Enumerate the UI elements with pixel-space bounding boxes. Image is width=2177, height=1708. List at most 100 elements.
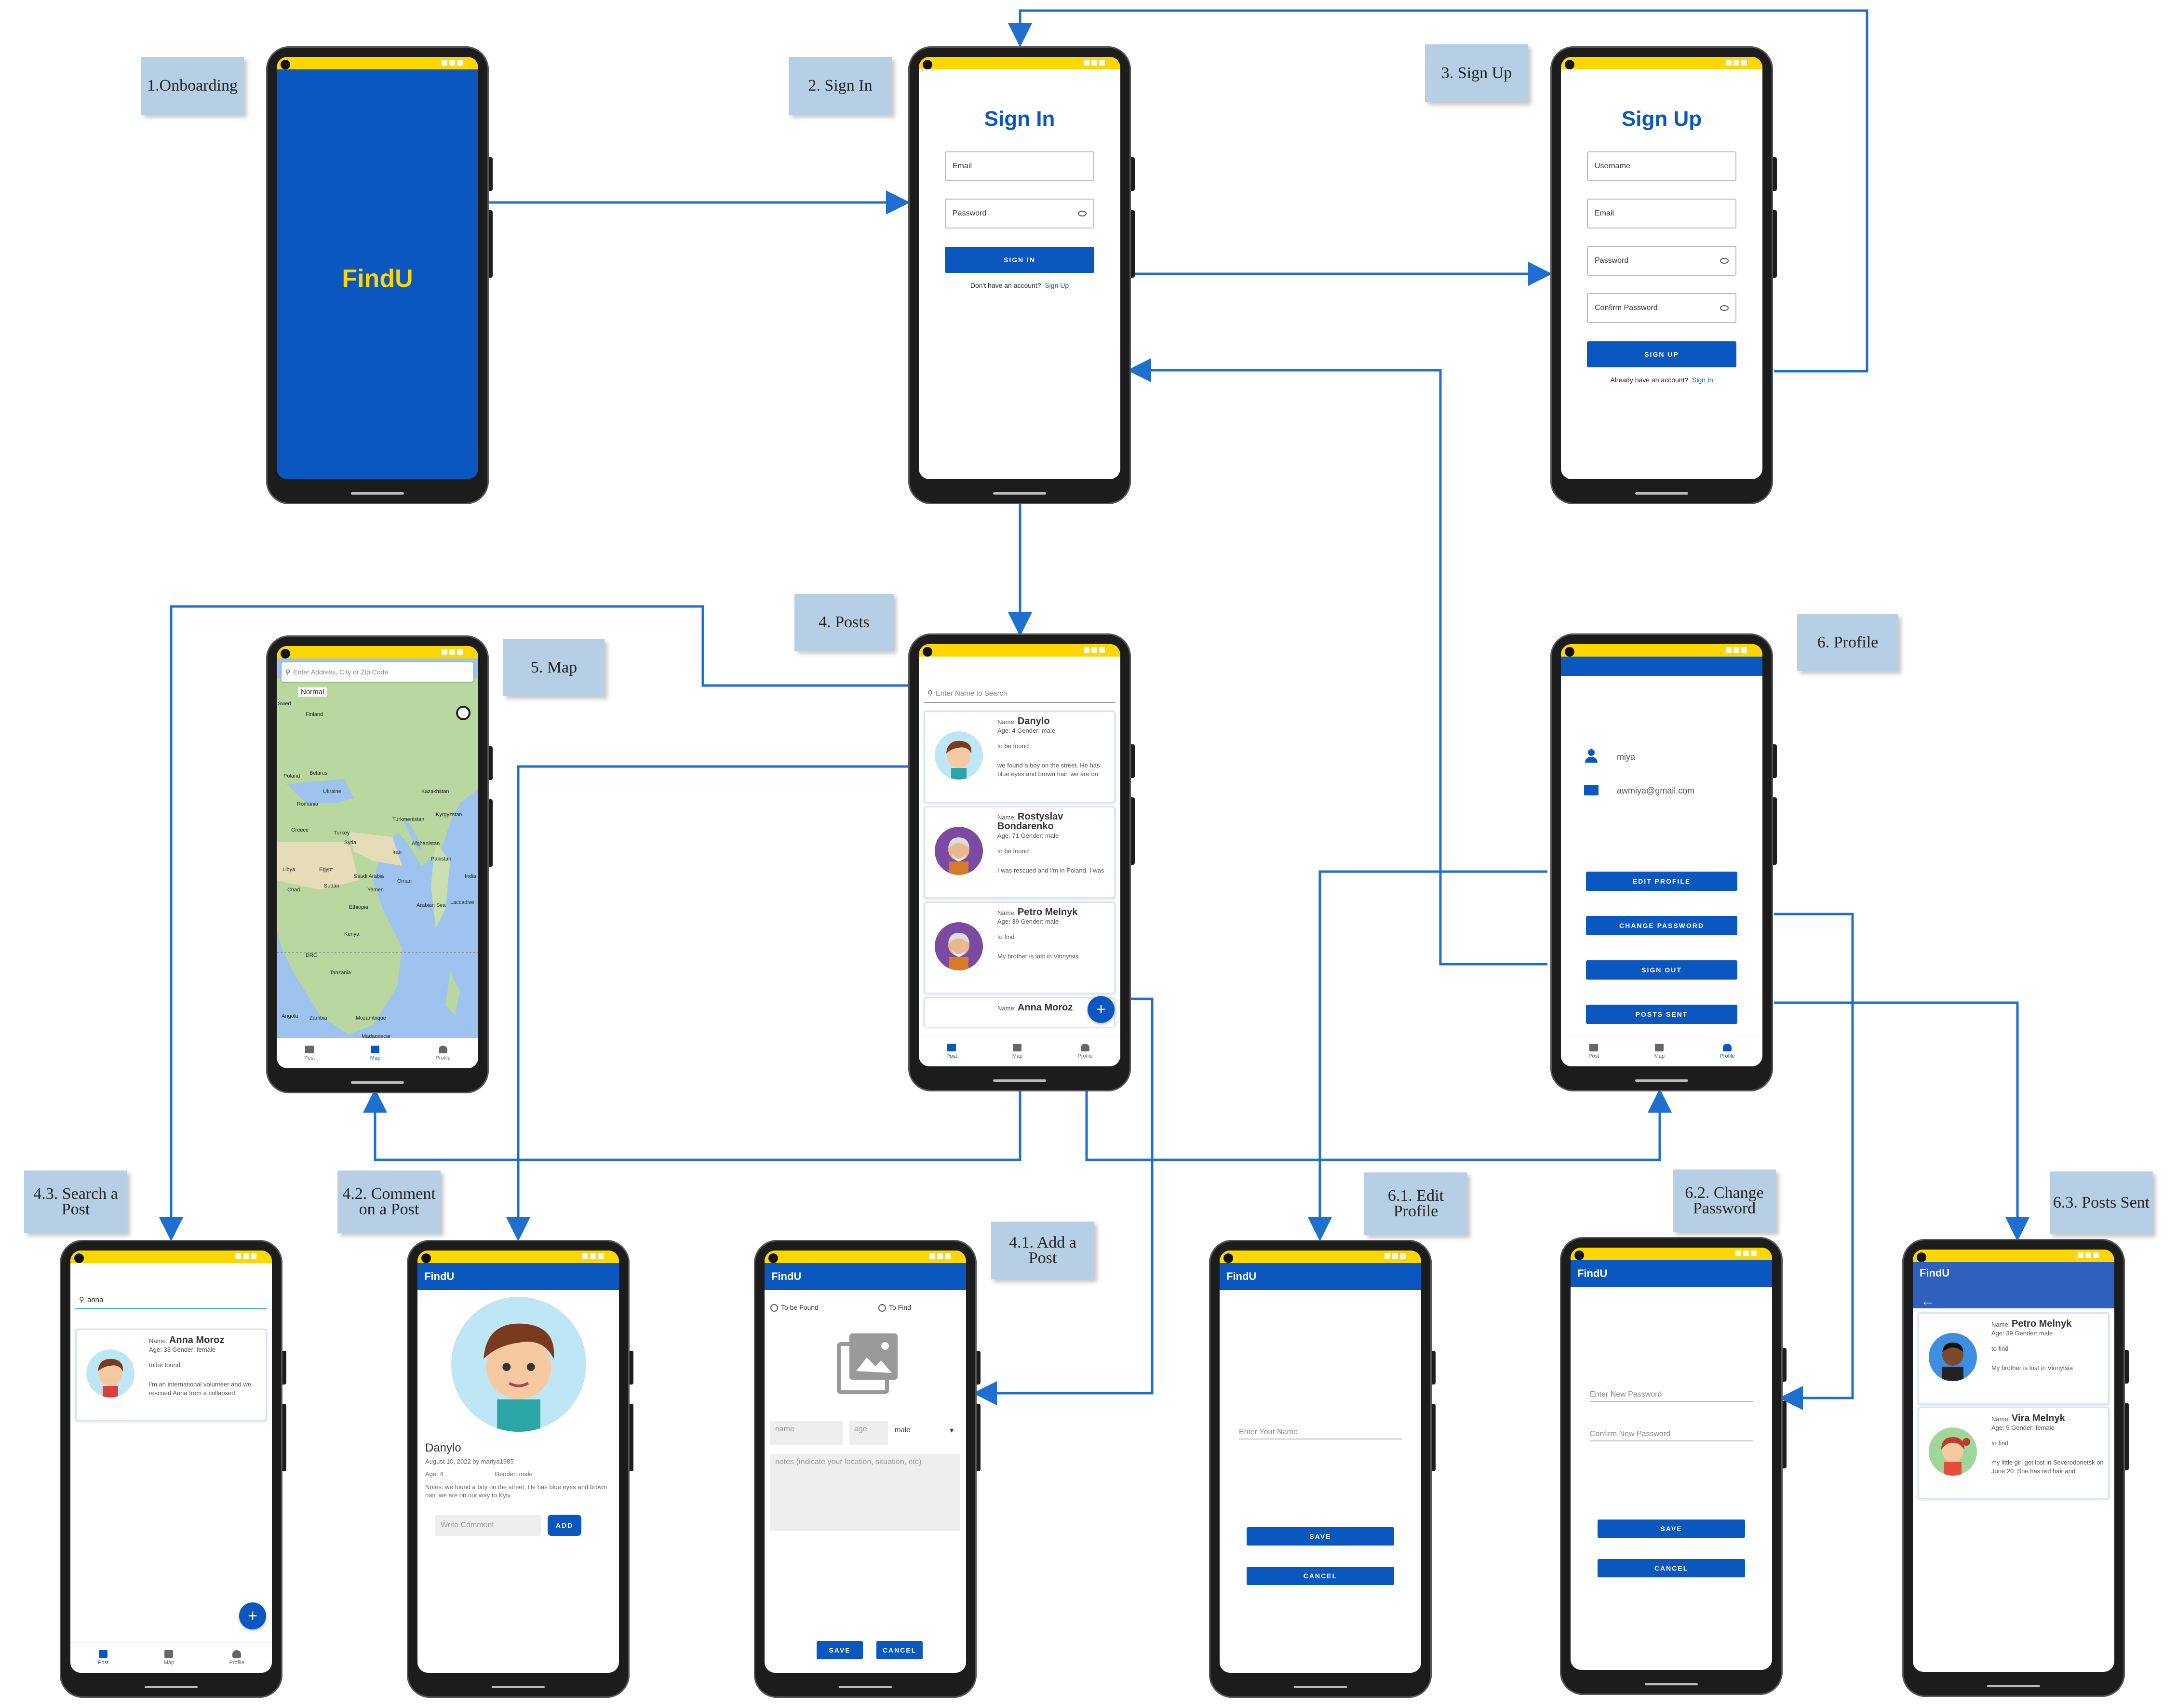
nav-profile-label: Profile [1077,1053,1093,1059]
eye-icon[interactable] [1720,258,1729,264]
eye-icon[interactable] [1720,305,1729,311]
sign-in-link[interactable]: Sign In [1692,376,1713,384]
to-be-found-radio[interactable]: To be Found [770,1304,819,1312]
label-posts: 4. Posts [794,594,894,651]
profile-username: miya [1617,752,1636,762]
search-query-input[interactable]: ⚲ anna [75,1291,267,1309]
image-placeholder-icon[interactable] [837,1331,900,1394]
name-input[interactable]: name [770,1421,843,1445]
sign-out-button[interactable]: SIGN OUT [1586,960,1737,980]
nav-profile[interactable]: Profile [229,1650,244,1666]
back-arrow-icon[interactable]: ← [1921,1293,1935,1309]
cancel-button[interactable]: CANCEL [1598,1559,1745,1577]
nav-post[interactable]: Post [304,1046,315,1061]
post-status: to be found [149,1361,181,1369]
signup-confirm-field[interactable]: Confirm Password [1587,293,1736,323]
change-password-button[interactable]: CHANGE PASSWORD [1586,916,1737,935]
nav-post[interactable]: Post [946,1044,957,1059]
nav-profile[interactable]: Profile [1720,1044,1735,1059]
signup-username-field[interactable]: Username [1587,151,1736,181]
post-card[interactable]: Name: Rostyslav Bondarenko Age: 71 Gende… [924,806,1115,899]
confirm-new-password-input[interactable]: Confirm New Password [1590,1430,1753,1441]
save-button[interactable]: SAVE [1247,1527,1394,1546]
eye-icon[interactable] [1078,211,1087,216]
map-place-label: Kyrgyzstan [436,812,462,818]
post-status: to find [997,933,1015,941]
post-notes: I was rescued and I'm in Poland. I was [997,867,1104,874]
post-card[interactable]: Name: Anna Moroz [924,997,1115,1027]
post-status: to be found [997,742,1029,750]
nav-map[interactable]: Map [164,1650,174,1666]
save-button[interactable]: SAVE [1598,1520,1745,1538]
nav-profile[interactable]: Profile [436,1046,451,1061]
nav-post[interactable]: Post [98,1650,108,1666]
signup-password-field[interactable]: Password [1587,246,1736,276]
nav-post[interactable]: Post [1588,1044,1599,1059]
nav-map[interactable]: Map [370,1046,380,1061]
label-change-password: 6.2. Change Password [1673,1170,1776,1232]
profile-email: awmiya@gmail.com [1617,786,1695,795]
signup-email-field[interactable]: Email [1587,199,1736,229]
wire-posts-map [363,1089,1021,1161]
posts-sent-button[interactable]: POSTS SENT [1586,1005,1737,1024]
signin-password-field[interactable]: Password [945,199,1094,229]
map-place-label: Laccadive [450,900,474,905]
signup-title: Sign Up [1621,107,1702,131]
add-comment-button[interactable]: ADD [548,1515,581,1536]
map-place-label: Greece [291,827,309,833]
sign-up-link[interactable]: Sign Up [1045,282,1069,289]
map-place-label: Yemen [367,887,384,893]
to-find-radio[interactable]: To Find [878,1304,911,1312]
new-password-input[interactable]: Enter New Password [1590,1390,1753,1402]
add-post-fab[interactable]: + [239,1602,266,1629]
sign-in-button[interactable]: SIGN IN [945,247,1094,273]
nav-map-label: Map [1654,1053,1665,1059]
map-search-input[interactable]: ⚲ Enter Address, City or Zip Code [282,662,473,682]
person-icon [1081,1044,1090,1051]
post-status: to find [1991,1345,2009,1352]
map-icon [1013,1044,1022,1051]
comment-input[interactable]: Write Comment [435,1515,541,1536]
phone-sign-up: Sign Up Username Email Password Confirm … [1550,46,1777,504]
map-place-label: Kazakhstan [421,789,449,794]
add-post-fab[interactable]: + [1088,996,1115,1023]
notes-input[interactable]: notes (indicate your location, situation… [770,1454,960,1531]
post-card[interactable]: Name: Danylo Age: 4 Gender: male to be f… [924,711,1115,803]
cancel-button[interactable]: CANCEL [1247,1567,1394,1585]
post-icon [1589,1044,1599,1051]
nav-map[interactable]: Map [1654,1044,1665,1059]
post-notes: My brother is lost in Vinnytsia [1991,1364,2073,1372]
app-title: FindU [765,1263,966,1290]
map-icon [1655,1044,1664,1051]
gender-select[interactable]: male ▾ [895,1426,954,1435]
signin-password-placeholder: Password [953,209,987,217]
nav-map[interactable]: Map [1012,1044,1022,1059]
edit-profile-button[interactable]: EDIT PROFILE [1586,872,1737,891]
wire-profile-postssent [1774,1001,2029,1241]
map-place-label: Iran [392,849,402,855]
phone-change-password: FindU Enter New Password Confirm New Pas… [1560,1237,1787,1695]
cancel-button[interactable]: CANCEL [876,1641,923,1659]
label-sign-up: 3. Sign Up [1425,44,1528,102]
girl-avatar [1929,1427,1977,1476]
post-card[interactable]: Name: Petro Melnyk Age: 39 Gender: male … [924,901,1115,994]
map-place-label: Afghanistan [412,841,440,847]
search-icon: ⚲ [927,689,933,698]
nav-profile[interactable]: Profile [1078,1044,1093,1059]
save-button[interactable]: SAVE [817,1641,863,1659]
map-mode-select[interactable]: Normal [298,687,327,697]
post-card[interactable]: Name: Petro Melnyk Age: 39 Gender: male … [1918,1312,2110,1405]
map-place-label: Turkey [334,830,350,836]
post-card[interactable]: Name: Vira Melnyk Age: 5 Gender: female … [1918,1407,2110,1499]
label-add-post: 4.1. Add a Post [991,1222,1094,1279]
posts-search-input[interactable]: ⚲ Enter Name to Search [924,685,1115,703]
my-location-icon[interactable] [456,706,470,720]
post-card[interactable]: Name: Anna Moroz Age: 33 Gender: female … [75,1329,267,1421]
phone-add-post: FindU To be Found To Find name age male ▾… [754,1240,981,1698]
age-input[interactable]: age [849,1421,888,1445]
nav-post-label: Post [304,1055,315,1061]
name-label: Name: [149,1337,168,1345]
sign-up-button[interactable]: SIGN UP [1587,341,1736,367]
signin-email-field[interactable]: Email [945,151,1094,181]
edit-name-input[interactable]: Enter Your Name [1239,1428,1402,1439]
